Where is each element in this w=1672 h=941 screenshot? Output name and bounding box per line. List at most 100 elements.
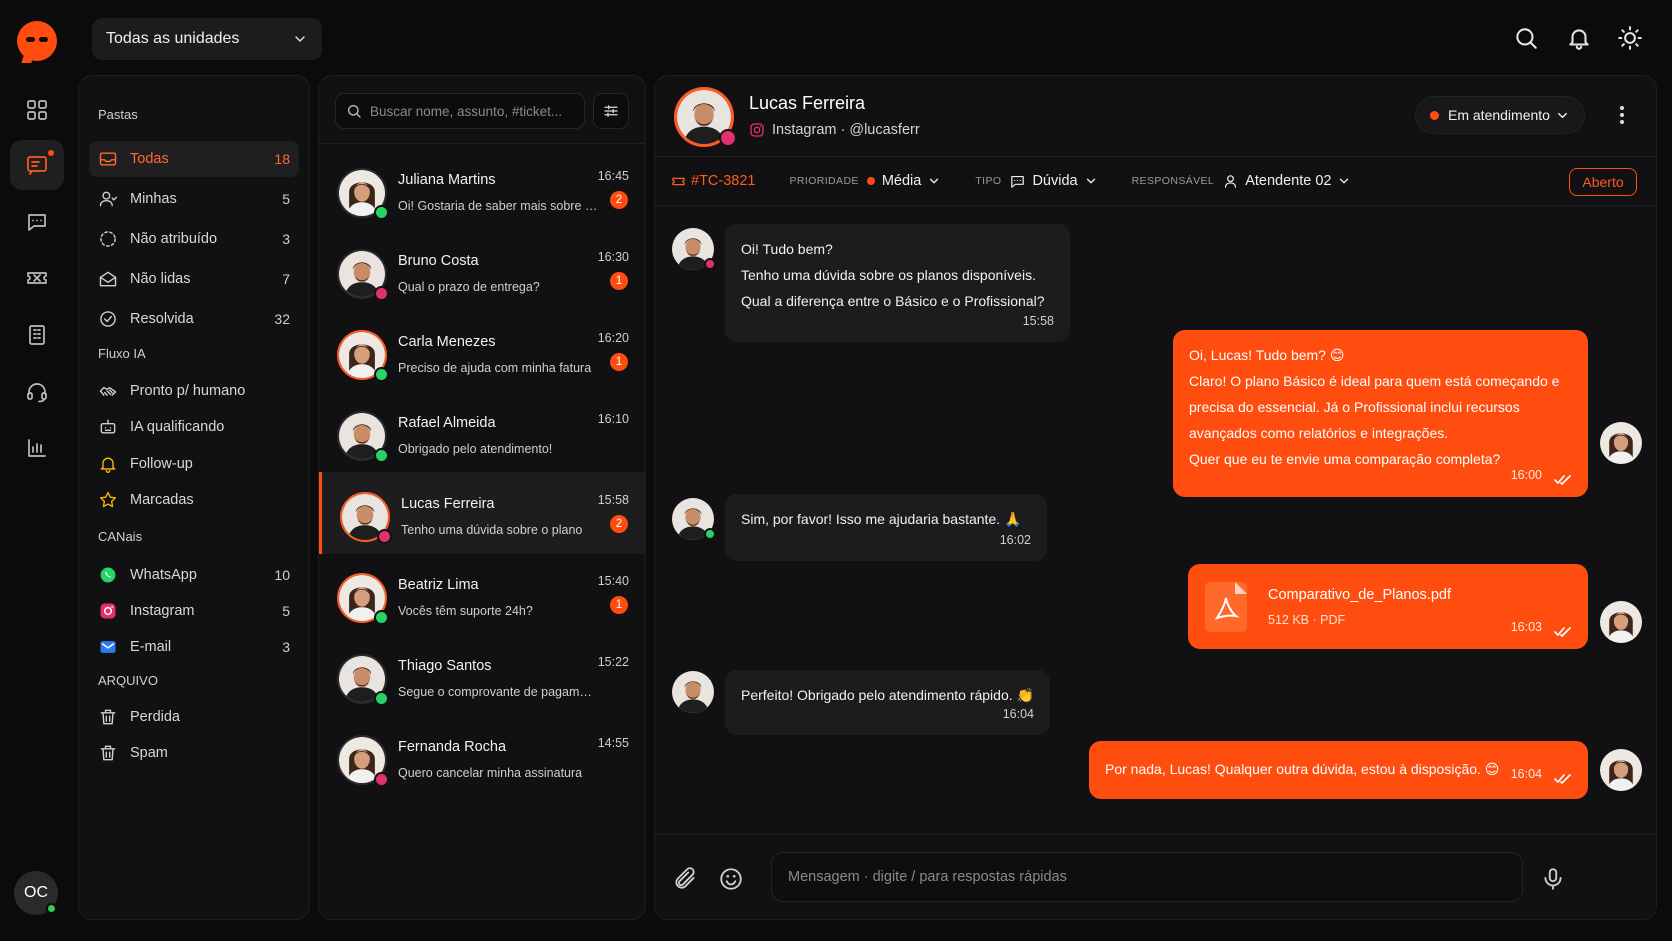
channel-instagram[interactable]: Instagram 5	[89, 593, 299, 629]
folder-minhas[interactable]: Minhas 5	[89, 181, 299, 217]
message-snippet: Vocês têm suporte 24h?	[398, 604, 533, 618]
unit-select[interactable]: Todas as unidades	[92, 18, 322, 60]
app-logo[interactable]	[17, 21, 57, 61]
conversation-row[interactable]: Beatriz Lima Vocês têm suporte 24h? 15:40 1	[319, 553, 645, 635]
emoji-icon[interactable]	[718, 866, 744, 892]
message-time: 16:04	[1002, 707, 1034, 721]
owner-label: RESPONSÁVEL	[1131, 175, 1215, 187]
message-time: 16:20	[597, 331, 629, 345]
folder-label: E-mail	[130, 639, 172, 655]
message-time: 15:58	[597, 493, 629, 507]
conversation-row[interactable]: Bruno Costa Qual o prazo de entrega? 16:30…	[319, 229, 645, 311]
composer-bar	[655, 834, 1656, 919]
folder-count: 32	[274, 311, 290, 327]
message-bubble-in[interactable]: Perfeito! Obrigado pelo atendimento rápi…	[725, 670, 1050, 735]
conversation-row[interactable]: Rafael Almeida Obrigado pelo atendimento!…	[319, 391, 645, 473]
folder-nao-atribuido[interactable]: Não atribuído 3	[89, 221, 299, 257]
ticket-number: #TC-3821	[691, 173, 756, 189]
rail-building-icon[interactable]	[10, 310, 64, 360]
contact-subtitle: Instagram · @lucasferr	[749, 122, 920, 138]
archive-perdida[interactable]: Perdida	[89, 699, 299, 735]
priority-dot	[866, 177, 875, 185]
folders-section-title: Pastas	[98, 107, 138, 122]
sun-icon[interactable]	[1617, 25, 1643, 51]
rail-ticket-icon[interactable]	[10, 253, 64, 303]
channel-email[interactable]: E-mail 3	[89, 629, 299, 665]
folder-count: 10	[274, 567, 290, 583]
folder-resolvida[interactable]: Resolvida 32	[89, 301, 299, 337]
message-line: Oi! Tudo bem?	[741, 241, 833, 257]
archive-spam[interactable]: Spam	[89, 735, 299, 771]
message-bubble-out[interactable]: Por nada, Lucas! Qualquer outra dúvida, …	[1089, 741, 1588, 799]
folder-label: Marcadas	[130, 492, 194, 508]
ticket-id[interactable]: #TC-3821	[671, 173, 755, 189]
message-line: Tenho uma dúvida sobre os planos disponí…	[741, 267, 1036, 283]
message-bubble-out[interactable]: Oi, Lucas! Tudo bem? 😊 Claro! O plano Bá…	[1173, 330, 1588, 497]
owner-dropdown[interactable]: RESPONSÁVEL Atendente 02	[1132, 173, 1352, 190]
bell-icon	[98, 454, 118, 474]
status-dropdown[interactable]: Em atendimento	[1415, 96, 1585, 134]
message-line: Oi, Lucas! Tudo bem? 😊	[1189, 347, 1345, 363]
more-options-icon[interactable]	[1613, 103, 1631, 127]
message-time: 16:03	[1510, 620, 1542, 634]
conversation-row[interactable]: Fernanda Rocha Quero cancelar minha assin…	[319, 715, 645, 797]
conversation-row[interactable]: Carla Menezes Preciso de ajuda com minha …	[319, 310, 645, 392]
folder-nao-lidas[interactable]: Não lidas 7	[89, 261, 299, 297]
type-label: TIPO	[975, 175, 1002, 187]
instagram-icon	[704, 258, 716, 270]
contact-avatar	[672, 671, 714, 713]
flow-follow-up[interactable]: Follow-up	[89, 446, 299, 482]
folder-todas[interactable]: Todas 18	[89, 141, 299, 177]
envelope-open-icon	[98, 269, 118, 289]
rail-support-icon[interactable]	[10, 367, 64, 417]
unread-badge: 1	[610, 353, 628, 371]
rail-chat-icon[interactable]	[10, 197, 64, 247]
conversation-row[interactable]: Juliana Martins Oi! Gostaria de saber mai…	[319, 148, 645, 230]
message-composer[interactable]	[771, 852, 1523, 902]
message-line: Qual a diferença entre o Básico e o Prof…	[741, 293, 1045, 309]
search-icon[interactable]	[1513, 25, 1539, 51]
search-input[interactable]	[370, 103, 570, 119]
email-icon	[98, 637, 118, 657]
rail-reports-icon[interactable]	[10, 423, 64, 473]
user-icon	[98, 189, 118, 209]
priority-dropdown[interactable]: PRIORIDADE Média	[789, 173, 941, 189]
contact-name: Beatriz Lima	[398, 577, 479, 593]
channel-whatsapp[interactable]: WhatsApp 10	[89, 557, 299, 593]
message-bubble-in[interactable]: Sim, por favor! Isso me ajudaria bastant…	[725, 494, 1047, 561]
folder-label: WhatsApp	[130, 567, 197, 583]
unit-select-value: Todas as unidades	[106, 30, 240, 47]
ticket-state-badge[interactable]: Aberto	[1569, 168, 1637, 196]
message-input[interactable]	[788, 869, 1506, 885]
message-snippet: Preciso de ajuda com minha fatura	[398, 361, 592, 375]
conversation-row[interactable]: Thiago Santos Segue o comprovante de paga…	[319, 634, 645, 716]
agent-avatar	[1600, 422, 1642, 464]
agent-avatar	[1600, 601, 1642, 643]
file-attachment-bubble[interactable]: Comparativo_de_Planos.pdf 512 KB · PDF 1…	[1188, 564, 1588, 649]
chevron-down-icon	[292, 31, 308, 47]
rail-dashboard-icon[interactable]	[10, 85, 64, 135]
status-label: Em atendimento	[1448, 107, 1550, 123]
type-dropdown[interactable]: TIPO Dúvida	[975, 173, 1097, 190]
unread-badge: 2	[610, 515, 628, 533]
search-box[interactable]	[335, 93, 585, 129]
bell-icon[interactable]	[1566, 25, 1592, 51]
paperclip-icon[interactable]	[672, 866, 698, 892]
chevron-down-icon	[927, 174, 941, 188]
check-circle-icon	[98, 309, 118, 329]
chevron-down-icon	[1555, 108, 1570, 123]
flow-marcadas[interactable]: Marcadas	[89, 482, 299, 518]
microphone-icon[interactable]	[1540, 866, 1566, 892]
conversation-row[interactable]: Lucas Ferreira Tenho uma dúvida sobre o p…	[319, 472, 645, 554]
flow-pronto-humano[interactable]: Pronto p/ humano	[89, 373, 299, 409]
message-snippet: Quero cancelar minha assinatura	[398, 766, 583, 780]
contact-name: Carla Menezes	[398, 334, 496, 350]
chevron-down-icon	[1337, 174, 1351, 188]
user-icon	[1222, 173, 1239, 190]
filter-button[interactable]	[593, 93, 629, 129]
rail-inbox-icon[interactable]	[10, 140, 64, 190]
folder-label: Minhas	[130, 191, 177, 207]
message-bubble-in[interactable]: Oi! Tudo bem? Tenho uma dúvida sobre os …	[725, 224, 1070, 342]
flow-ia-qualificando[interactable]: IA qualificando	[89, 409, 299, 445]
folder-count: 3	[282, 639, 290, 655]
